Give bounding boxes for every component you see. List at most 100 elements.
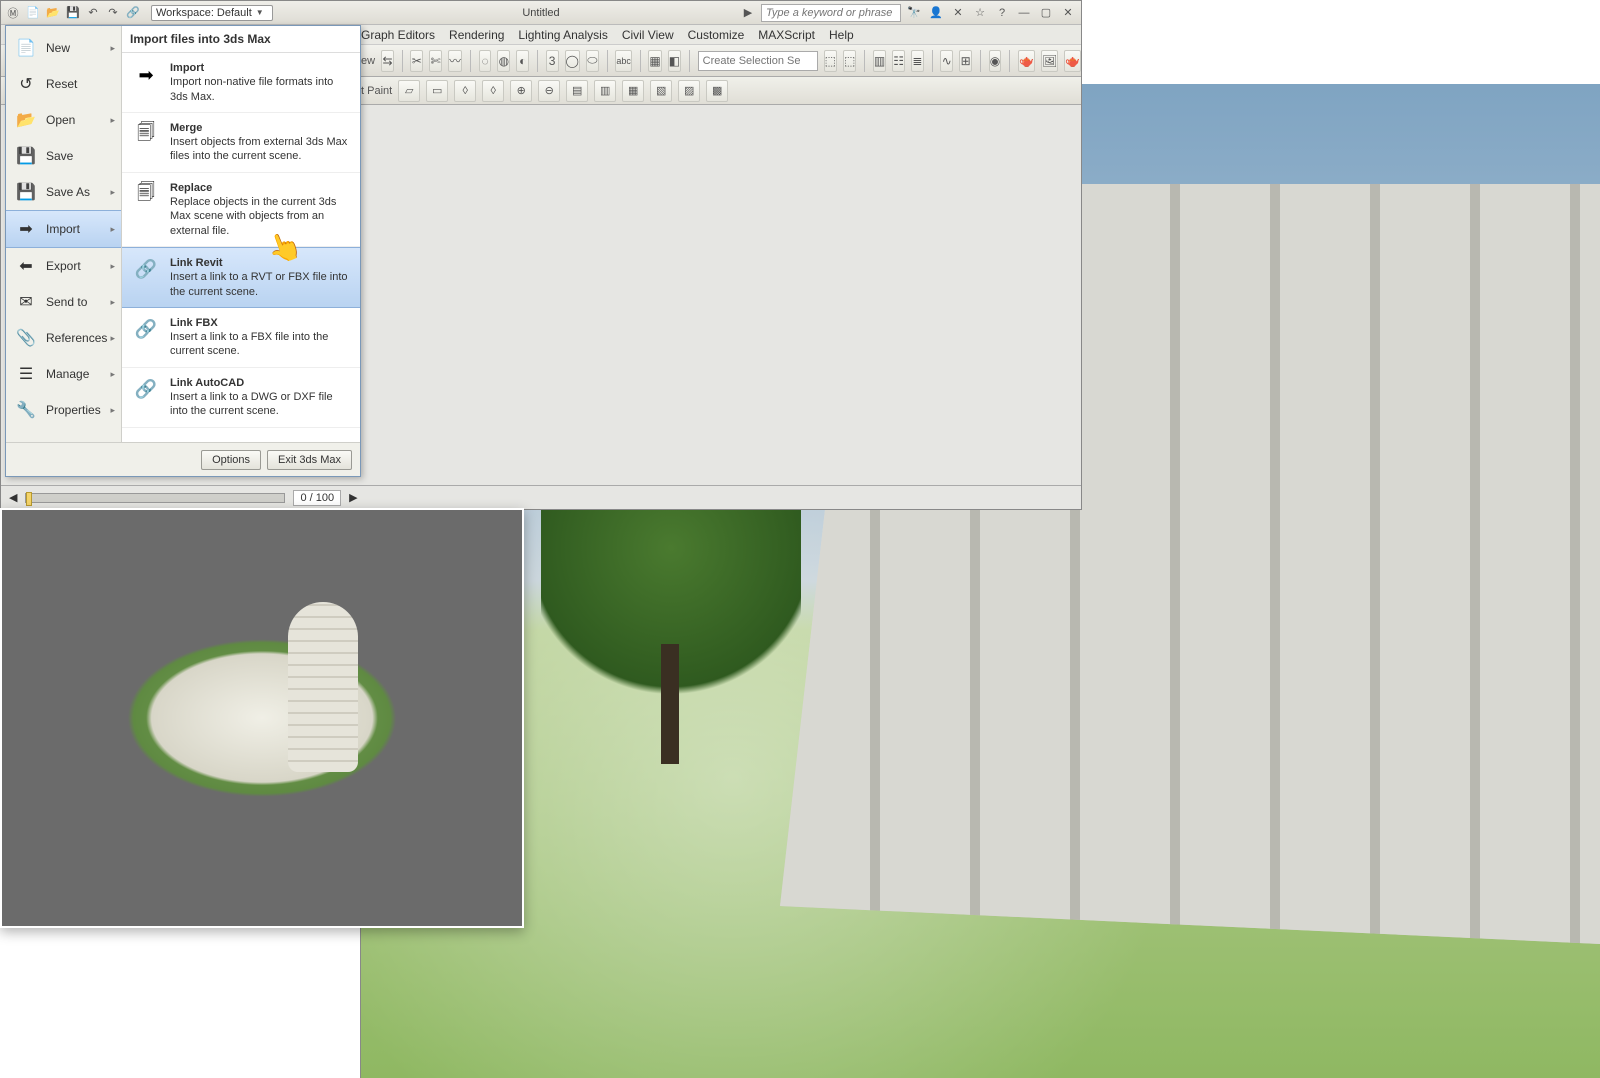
appmenu-item-references[interactable]: 📎References▸ [6,320,121,356]
appmenu-item-import[interactable]: ➡Import▸ [6,210,121,248]
search-input[interactable] [761,4,901,22]
tool-curve-icon[interactable]: ∿ [940,50,953,72]
ribbon-edit-icon[interactable]: ▭ [426,80,448,102]
appmenu-item-manage[interactable]: ☰Manage▸ [6,356,121,392]
tool-3-icon[interactable]: 3 [546,50,559,72]
submenu-item-title: Link FBX [170,316,350,330]
appmenu-item-new[interactable]: 📄New▸ [6,30,121,66]
tool-abc-icon[interactable]: abc [615,50,632,72]
app-window: Ⓜ 📄 📂 💾 ↶ ↷ 🔗 Workspace: Default ▼ Untit… [0,0,1082,510]
tool-bezier-icon[interactable]: 〰 [448,50,462,72]
app-icon[interactable]: Ⓜ [5,5,21,21]
ribbon-shrink-icon[interactable]: ⊖ [538,80,560,102]
tool-directional-icon[interactable]: ◐ [516,50,529,72]
save-icon[interactable]: 💾 [65,5,81,21]
minimize-icon[interactable]: — [1015,4,1033,22]
menu-help[interactable]: Help [829,28,854,42]
menu-graph-editors[interactable]: Graph Editors [361,28,435,42]
tool-material-icon[interactable]: ◉ [989,50,1002,72]
timeline-prev-icon[interactable]: ◀ [9,491,17,504]
ribbon-f-icon[interactable]: ▩ [706,80,728,102]
tool-sphere-icon[interactable]: ◯ [565,50,580,72]
tool-m1-icon[interactable]: ⬚ [824,50,837,72]
tool-render-setup-icon[interactable]: 🫖 [1018,50,1035,72]
selection-set-input[interactable] [698,51,818,71]
tool-mirror-icon[interactable]: ▥ [873,50,886,72]
link-autocad-icon: 🔗 [132,376,160,404]
tool-layers-icon[interactable]: ≣ [911,50,924,72]
manage-icon: ☰ [14,362,38,386]
redo-icon[interactable]: ↷ [105,5,121,21]
ribbon-b-icon[interactable]: ▥ [594,80,616,102]
link-icon[interactable]: 🔗 [125,5,141,21]
submenu-item-replace[interactable]: 🗐ReplaceReplace objects in the current 3… [122,173,360,247]
menu-rendering[interactable]: Rendering [449,28,504,42]
tool-omni-icon[interactable]: ◌ [479,50,492,72]
options-button[interactable]: Options [201,450,261,470]
appmenu-item-label: Import [46,222,80,236]
submenu-item-link-autocad[interactable]: 🔗Link AutoCADInsert a link to a DWG or D… [122,368,360,428]
appmenu-item-open[interactable]: 📂Open▸ [6,102,121,138]
menu-civil-view[interactable]: Civil View [622,28,674,42]
appmenu-item-export[interactable]: ⬅Export▸ [6,248,121,284]
timeline-playhead[interactable] [26,492,32,506]
restore-icon[interactable]: ▢ [1037,4,1055,22]
ribbon-poly-icon[interactable]: ▱ [398,80,420,102]
new-icon[interactable]: 📄 [25,5,41,21]
tool-schematic-icon[interactable]: ⊞ [959,50,972,72]
references-icon: 📎 [14,326,38,350]
favorite-icon[interactable]: ☆ [971,4,989,22]
workspace-dropdown[interactable]: Workspace: Default ▼ [151,5,273,21]
appmenu-footer: Options Exit 3ds Max [6,442,360,476]
appmenu-item-reset[interactable]: ↺Reset [6,66,121,102]
submenu-item-desc: Replace objects in the current 3ds Max s… [170,196,336,237]
ribbon-ring-icon[interactable]: ◊ [482,80,504,102]
submenu-item-import[interactable]: ➡ImportImport non-native file formats in… [122,53,360,113]
render-site-plan [32,540,492,896]
submenu-item-title: Import [170,61,350,75]
appmenu-item-send-to[interactable]: ✉Send to▸ [6,284,121,320]
tool-cyl-icon[interactable]: ⬭ [586,50,599,72]
person-icon[interactable]: 👤 [927,4,945,22]
binoculars-icon[interactable]: 🔭 [905,4,923,22]
tool-align-icon[interactable]: ☷ [892,50,905,72]
submenu-item-merge[interactable]: 🗐MergeInsert objects from external 3ds M… [122,113,360,173]
menu-lighting-analysis[interactable]: Lighting Analysis [518,28,607,42]
close-icon[interactable]: ✕ [1059,4,1077,22]
undo-icon[interactable]: ↶ [85,5,101,21]
open-icon[interactable]: 📂 [45,5,61,21]
ribbon-loop-icon[interactable]: ◊ [454,80,476,102]
timeline-next-icon[interactable]: ▶ [349,491,357,504]
ribbon-e-icon[interactable]: ▨ [678,80,700,102]
exit-button[interactable]: Exit 3ds Max [267,450,352,470]
tool-box-icon[interactable]: ▦ [648,50,661,72]
chevron-right-icon: ▸ [110,115,115,126]
tool-attach-icon[interactable]: ⇆ [381,50,394,72]
appmenu-item-properties[interactable]: 🔧Properties▸ [6,392,121,428]
replace-icon: 🗐 [132,181,160,209]
menu-customize[interactable]: Customize [688,28,745,42]
link-revit-icon: 🔗 [132,256,160,284]
tool-render-icon[interactable]: 🫖 [1064,50,1081,72]
ribbon-d-icon[interactable]: ▧ [650,80,672,102]
help-icon[interactable]: ? [993,4,1011,22]
appmenu-item-save-as[interactable]: 💾Save As▸ [6,174,121,210]
timeline-track[interactable] [25,493,285,503]
tool-cut-icon[interactable]: ✂ [410,50,423,72]
tool-render-frame-icon[interactable]: 🖼 [1041,50,1058,72]
submenu-item-link-revit[interactable]: 🔗Link RevitInsert a link to a RVT or FBX… [122,247,360,308]
info-arrow-icon[interactable]: ▶ [739,4,757,22]
ribbon-c-icon[interactable]: ▦ [622,80,644,102]
submenu-item-link-fbx[interactable]: 🔗Link FBXInsert a link to a FBX file int… [122,308,360,368]
tool-scissors-icon[interactable]: ✄ [429,50,442,72]
frame-counter: 0 / 100 [293,490,341,506]
ribbon-grow-icon[interactable]: ⊕ [510,80,532,102]
tool-m2-icon[interactable]: ⬚ [843,50,856,72]
tool-spot-icon[interactable]: ◍ [497,50,510,72]
exchange-icon[interactable]: ✕ [949,4,967,22]
menu-maxscript[interactable]: MAXScript [758,28,815,42]
appmenu-item-save[interactable]: 💾Save [6,138,121,174]
ribbon-a-icon[interactable]: ▤ [566,80,588,102]
tool-cube-icon[interactable]: ◧ [668,50,681,72]
link-fbx-icon: 🔗 [132,316,160,344]
